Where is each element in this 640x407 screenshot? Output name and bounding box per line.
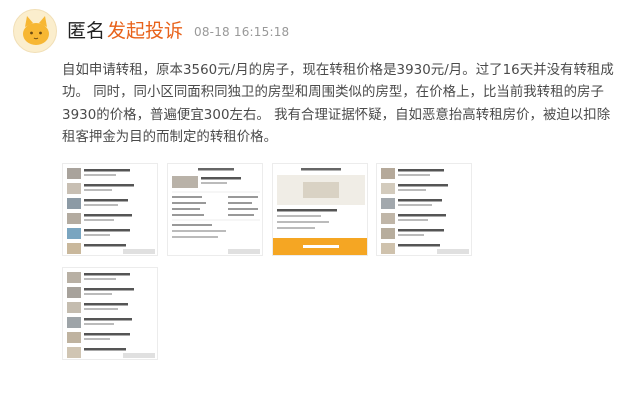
file-complaint-link[interactable]: 发起投诉 — [107, 19, 183, 43]
attachment-thumbnail[interactable] — [62, 163, 158, 256]
cat-icon — [23, 16, 49, 45]
listing-screenshot-thumbnail — [377, 164, 471, 255]
attachment-thumbnail[interactable] — [62, 267, 158, 360]
attachment-thumbnail[interactable] — [376, 163, 472, 256]
listing-screenshot-thumbnail — [63, 164, 157, 255]
post-content: 自如申请转租，原本3560元/月的房子，现在转租价格是3930元/月。过了16天… — [62, 63, 614, 146]
sublet-screenshot-thumbnail — [273, 164, 367, 255]
avatar[interactable] — [13, 9, 57, 53]
detail-screenshot-thumbnail — [168, 164, 262, 255]
author-name: 匿名 — [67, 20, 106, 42]
listing-screenshot-thumbnail — [63, 268, 157, 359]
post-header: 匿名 发起投诉 08-18 16:15:18 — [0, 0, 640, 62]
attachment-thumbnail[interactable] — [272, 163, 368, 256]
post-timestamp: 08-18 16:15:18 — [194, 25, 290, 39]
attachment-thumbnail[interactable] — [167, 163, 263, 256]
